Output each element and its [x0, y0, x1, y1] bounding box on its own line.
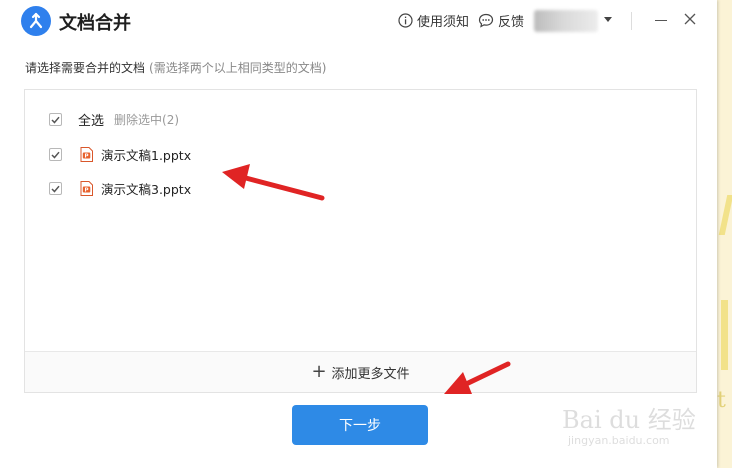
svg-text:P: P — [84, 153, 88, 159]
file-name: 演示文稿1.pptx — [101, 148, 192, 163]
file-checkbox[interactable] — [49, 148, 62, 161]
feedback-link[interactable]: 反馈 — [478, 11, 524, 30]
add-more-label: 添加更多文件 — [331, 366, 410, 382]
feedback-icon — [478, 13, 494, 28]
app-logo-icon — [21, 6, 51, 36]
merge-dialog: 文档合并 使用须知 反馈 请选择需要合并的文档(需选择两个以上相同类型的文档) — [0, 0, 717, 468]
svg-text:P: P — [84, 187, 88, 193]
file-checkbox[interactable] — [49, 182, 62, 195]
file-name: 演示文稿3.pptx — [101, 182, 192, 197]
pptx-file-icon: P — [80, 181, 93, 196]
check-icon — [51, 116, 60, 124]
check-icon — [51, 151, 60, 159]
help-link-label: 使用须知 — [417, 15, 470, 30]
file-row[interactable]: P 演示文稿1.pptx — [49, 145, 191, 164]
select-all-checkbox[interactable] — [49, 113, 62, 126]
background-decoration — [718, 195, 732, 235]
help-link[interactable]: 使用须知 — [398, 11, 469, 30]
title-bar: 文档合并 使用须知 反馈 — [0, 0, 717, 42]
watermark-main: Bai du 经验 — [562, 406, 696, 434]
titlebar-divider — [631, 12, 632, 30]
select-all-label[interactable]: 全选 — [78, 110, 104, 129]
account-avatar[interactable] — [534, 10, 598, 32]
pptx-file-icon: P — [80, 147, 93, 162]
file-row[interactable]: P 演示文稿3.pptx — [49, 179, 191, 198]
file-list-panel: 全选 删除选中(2) P 演示文稿1.pptx P 演示文稿3.pptx + 添… — [24, 89, 697, 393]
plus-icon: + — [311, 361, 327, 382]
app-title: 文档合并 — [59, 13, 131, 34]
background-decoration — [721, 300, 728, 370]
select-all-row: 全选 删除选中(2) — [49, 110, 179, 129]
next-step-button[interactable]: 下一步 — [292, 405, 428, 445]
add-more-files-button[interactable]: + 添加更多文件 — [25, 351, 696, 392]
check-icon — [51, 185, 60, 193]
instruction-main: 请选择需要合并的文档 — [25, 61, 146, 75]
watermark: Bai du 经验 jingyan.baidu.com — [562, 400, 732, 468]
close-icon[interactable] — [683, 12, 697, 26]
caret-down-icon[interactable] — [604, 17, 612, 22]
instruction-text: 请选择需要合并的文档 (需选择两个以上相同类型的文档) — [25, 59, 326, 76]
background-app-strip: t — [717, 0, 732, 468]
delete-selected-link[interactable]: 删除选中(2) — [114, 111, 179, 128]
feedback-link-label: 反馈 — [498, 15, 525, 30]
watermark-sub: jingyan.baidu.com — [568, 434, 670, 447]
minimize-icon[interactable] — [655, 20, 667, 21]
instruction-hint: (需选择两个以上相同类型的文档) — [149, 61, 327, 75]
info-icon — [398, 13, 413, 28]
